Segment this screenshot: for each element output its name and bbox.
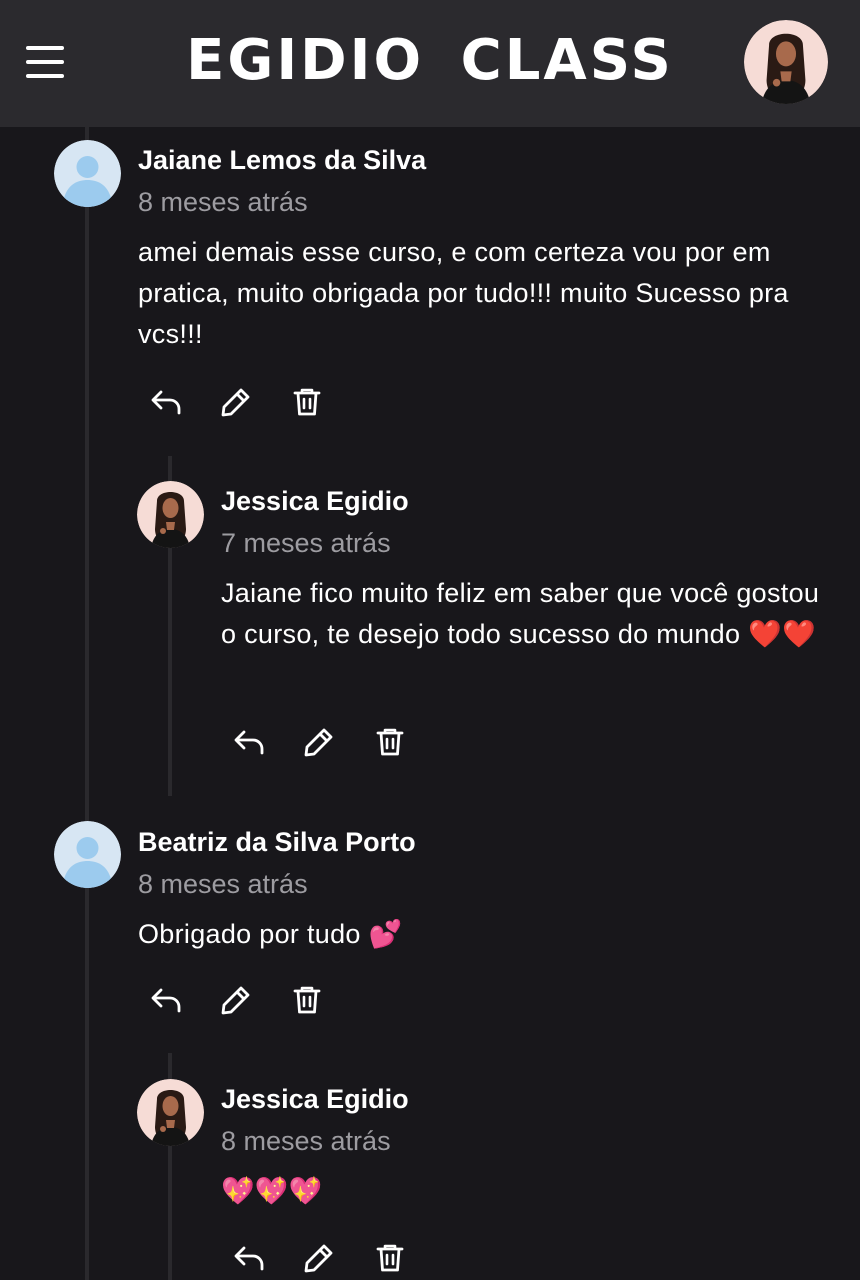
heart-emoji: ❤️❤️	[748, 619, 816, 650]
reply-icon[interactable]	[149, 983, 183, 1017]
reply-text: Jaiane fico muito feliz em saber que voc…	[221, 573, 821, 655]
edit-pencil-icon[interactable]	[302, 1241, 336, 1275]
default-user-avatar	[54, 821, 121, 888]
edit-pencil-icon[interactable]	[302, 725, 336, 759]
reply-text-content: Jaiane fico muito feliz em saber que voc…	[221, 578, 820, 649]
edit-pencil-icon[interactable]	[219, 385, 253, 419]
comment-text-content: Obrigado por tudo	[138, 919, 369, 949]
thread-line	[85, 127, 89, 1280]
reply-icon[interactable]	[149, 385, 183, 419]
comment-timestamp: 8 meses atrás	[138, 869, 308, 899]
sparkling-heart-emoji: 💖💖💖	[221, 1176, 323, 1207]
reply-author: Jessica Egidio	[221, 486, 409, 516]
reply-timestamp: 7 meses atrás	[221, 528, 391, 558]
profile-avatar[interactable]	[744, 20, 828, 104]
trash-icon[interactable]	[373, 725, 407, 759]
jessica-avatar	[137, 481, 204, 548]
reply-icon[interactable]	[232, 725, 266, 759]
comment-text: amei demais esse curso, e com certeza vo…	[138, 237, 789, 349]
comment-text: Obrigado por tudo 💕	[138, 914, 818, 955]
top-app-bar: EGIDIO CLASS	[0, 0, 860, 127]
trash-icon[interactable]	[290, 385, 324, 419]
trash-icon[interactable]	[373, 1241, 407, 1275]
reply-author: Jessica Egidio	[221, 1084, 409, 1114]
jessica-avatar	[137, 1079, 204, 1146]
reply-timestamp: 8 meses atrás	[221, 1126, 391, 1156]
brand-title: EGIDIO CLASS	[186, 28, 674, 93]
default-user-avatar	[54, 140, 121, 207]
reply-text: 💖💖💖	[221, 1171, 821, 1212]
comment-author: Beatriz da Silva Porto	[138, 827, 416, 857]
two-hearts-emoji: 💕	[368, 919, 403, 950]
comment-timestamp: 8 meses atrás	[138, 187, 308, 217]
reply-icon[interactable]	[232, 1241, 266, 1275]
comment-author: Jaiane Lemos da Silva	[138, 145, 427, 175]
edit-pencil-icon[interactable]	[219, 983, 253, 1017]
trash-icon[interactable]	[290, 983, 324, 1017]
